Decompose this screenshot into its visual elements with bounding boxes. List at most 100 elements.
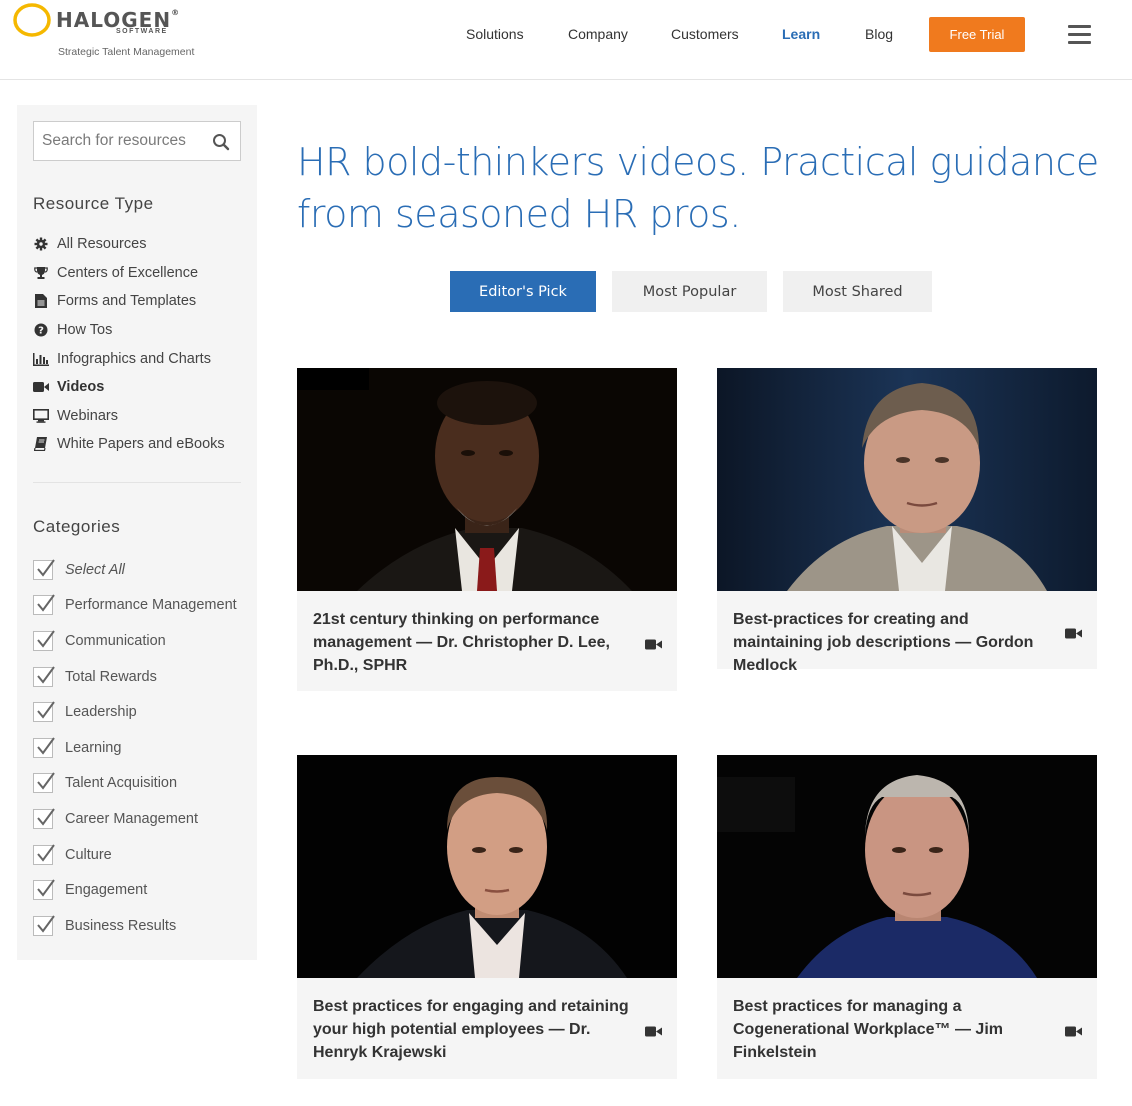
checkbox[interactable] xyxy=(33,915,55,936)
video-camera-icon xyxy=(33,379,49,395)
video-card[interactable]: Best practices for managing a Cogenerati… xyxy=(717,755,1097,1079)
category-label: Communication xyxy=(65,632,166,649)
category-item[interactable]: Leadership xyxy=(33,694,253,730)
logo-tagline: Strategic Talent Management xyxy=(58,46,195,58)
bar-chart-icon xyxy=(33,351,49,367)
category-label: Culture xyxy=(65,846,112,863)
video-thumbnail[interactable] xyxy=(297,755,677,978)
trophy-icon xyxy=(33,265,49,281)
checkbox[interactable] xyxy=(33,737,55,758)
checkmark-icon xyxy=(37,843,55,862)
nav-blog[interactable]: Blog xyxy=(865,26,893,42)
video-card[interactable]: Best-practices for creating and maintain… xyxy=(717,368,1097,674)
search-box xyxy=(33,121,241,161)
checkbox[interactable] xyxy=(33,594,55,616)
video-camera-icon xyxy=(1065,628,1082,639)
checkmark-icon xyxy=(37,594,55,613)
monitor-icon xyxy=(33,408,49,424)
video-thumbnail[interactable] xyxy=(297,368,677,591)
categories-heading: Categories xyxy=(33,517,121,536)
category-item[interactable]: Business Results xyxy=(33,908,253,944)
gear-icon xyxy=(33,236,49,252)
checkmark-icon xyxy=(37,915,55,933)
category-label: Total Rewards xyxy=(65,668,157,685)
video-card[interactable]: Best practices for engaging and retainin… xyxy=(297,755,677,1079)
resource-type-label: Infographics and Charts xyxy=(57,350,211,367)
resource-type-webinars[interactable]: Webinars xyxy=(33,402,243,431)
category-label: Career Management xyxy=(65,810,198,827)
resource-type-all[interactable]: All Resources xyxy=(33,230,243,259)
category-item[interactable]: Career Management xyxy=(33,801,253,837)
category-item[interactable]: Total Rewards xyxy=(33,659,253,695)
hamburger-icon[interactable] xyxy=(1068,25,1091,44)
sidebar: Resource Type All Resources Centers of E… xyxy=(17,105,257,960)
video-camera-icon xyxy=(1065,1026,1082,1037)
resource-type-how-tos[interactable]: ? How Tos xyxy=(33,316,243,345)
video-thumbnail[interactable] xyxy=(717,368,1097,591)
resource-type-list: All Resources Centers of Excellence Form… xyxy=(33,230,243,459)
video-card-title[interactable]: Best-practices for creating and maintain… xyxy=(733,608,1053,677)
logo-ring-icon xyxy=(13,3,51,37)
logo-sub: SOFTWARE xyxy=(116,28,168,35)
checkbox[interactable] xyxy=(33,843,55,865)
category-select-all[interactable]: Select All xyxy=(33,552,253,588)
video-thumbnail[interactable] xyxy=(717,755,1097,978)
checkbox[interactable] xyxy=(33,808,55,829)
video-card-title[interactable]: Best practices for managing a Cogenerati… xyxy=(733,995,1053,1064)
category-item[interactable]: Performance Management xyxy=(33,588,253,624)
filter-editors-pick[interactable]: Editor's Pick xyxy=(450,271,596,312)
sidebar-divider xyxy=(33,482,241,483)
search-input[interactable] xyxy=(34,122,204,160)
resource-type-label: How Tos xyxy=(57,322,113,339)
checkmark-icon xyxy=(37,879,55,897)
search-icon[interactable] xyxy=(212,133,230,151)
resource-type-forms[interactable]: Forms and Templates xyxy=(33,287,243,316)
checkmark-icon xyxy=(37,701,55,719)
checkmark-icon xyxy=(37,772,55,790)
category-item[interactable]: Learning xyxy=(33,730,253,766)
checkbox[interactable] xyxy=(33,630,55,651)
page-headline: HR bold-thinkers videos. Practical guida… xyxy=(297,140,1099,236)
checkbox[interactable] xyxy=(33,879,55,901)
resource-type-videos[interactable]: Videos xyxy=(33,373,243,402)
video-card-title[interactable]: 21st century thinking on performance man… xyxy=(313,608,633,677)
categories-list: Select All Performance Management Commun… xyxy=(33,552,253,944)
resource-type-infographics[interactable]: Infographics and Charts xyxy=(33,344,243,373)
filter-most-shared[interactable]: Most Shared xyxy=(783,271,932,312)
video-camera-icon xyxy=(645,639,662,650)
category-item[interactable]: Talent Acquisition xyxy=(33,766,253,802)
category-label: Talent Acquisition xyxy=(65,775,178,792)
svg-text:?: ? xyxy=(38,326,44,337)
category-item[interactable]: Engagement xyxy=(33,872,253,908)
halogen-logo[interactable]: HALOGEN® SOFTWARE Strategic Talent Manag… xyxy=(12,2,202,62)
nav-learn[interactable]: Learn xyxy=(782,26,820,42)
nav-solutions[interactable]: Solutions xyxy=(466,26,524,42)
filter-most-popular[interactable]: Most Popular xyxy=(612,271,767,312)
video-card-title[interactable]: Best practices for engaging and retainin… xyxy=(313,995,633,1064)
nav-company[interactable]: Company xyxy=(568,26,628,42)
video-card[interactable]: 21st century thinking on performance man… xyxy=(297,368,677,691)
category-item[interactable]: Culture xyxy=(33,837,253,873)
category-label: Engagement xyxy=(65,882,148,899)
resource-type-label: Forms and Templates xyxy=(57,293,197,310)
category-label: Leadership xyxy=(65,704,137,721)
resource-type-heading: Resource Type xyxy=(33,194,154,213)
checkmark-icon xyxy=(37,808,55,826)
checkbox[interactable] xyxy=(33,701,55,723)
checkbox[interactable] xyxy=(33,559,55,580)
nav-customers[interactable]: Customers xyxy=(671,26,739,42)
checkmark-icon xyxy=(37,737,55,755)
question-icon: ? xyxy=(33,322,49,338)
resource-type-white-papers[interactable]: White Papers and eBooks xyxy=(33,430,243,459)
checkbox[interactable] xyxy=(33,665,55,687)
checkmark-icon xyxy=(37,665,55,684)
category-label: Performance Management xyxy=(65,597,237,614)
resource-type-label: Webinars xyxy=(57,407,118,424)
resource-type-centers[interactable]: Centers of Excellence xyxy=(33,259,243,288)
checkbox[interactable] xyxy=(33,772,55,794)
site-header: HALOGEN® SOFTWARE Strategic Talent Manag… xyxy=(0,0,1132,80)
category-item[interactable]: Communication xyxy=(33,623,253,659)
category-label: Learning xyxy=(65,739,122,756)
checkmark-icon xyxy=(37,559,55,577)
free-trial-button[interactable]: Free Trial xyxy=(929,17,1025,52)
